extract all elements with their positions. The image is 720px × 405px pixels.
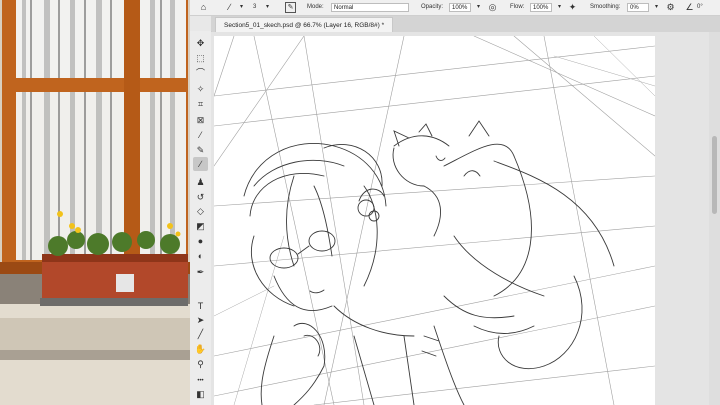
angle-icon[interactable]: ∠	[684, 2, 695, 13]
brush-tool-icon[interactable]: ∕	[193, 157, 208, 171]
mode-dropdown[interactable]: Normal	[331, 3, 409, 12]
move-tool-icon[interactable]: ✥	[193, 36, 208, 50]
chevron-down-icon[interactable]: ▾	[236, 2, 247, 13]
chevron-down-icon[interactable]: ▾	[554, 2, 565, 13]
gear-icon[interactable]: ⚙	[665, 2, 676, 13]
dodge-tool-icon[interactable]: ◐	[193, 249, 208, 263]
line-tool-icon[interactable]: ╱	[193, 327, 208, 341]
vertical-scrollbar[interactable]	[709, 32, 720, 405]
pressure-icon[interactable]: ◎	[487, 2, 498, 13]
marquee-tool-icon[interactable]: ⬚	[193, 51, 208, 65]
gradient-tool-icon[interactable]: ◩	[193, 219, 208, 233]
eyedropper-tool-icon[interactable]: ⁄	[193, 128, 208, 142]
blur-tool-icon[interactable]: ●	[193, 234, 208, 248]
healing-brush-tool-icon[interactable]: ✎	[193, 143, 208, 157]
angle-value[interactable]: 0°	[697, 0, 703, 15]
color-swatches[interactable]: ◧	[193, 387, 208, 401]
opacity-field[interactable]: 100%	[449, 3, 471, 12]
brush-icon[interactable]: ∕	[224, 2, 235, 13]
flow-field[interactable]: 100%	[530, 3, 552, 12]
crop-tool-icon[interactable]: ⌗	[193, 97, 208, 111]
chevron-down-icon[interactable]: ▾	[262, 2, 273, 13]
eraser-tool-icon[interactable]: ◇	[193, 204, 208, 218]
brush-settings-icon[interactable]: ✎	[285, 2, 296, 13]
clone-stamp-tool-icon[interactable]: ♟	[193, 175, 208, 189]
smoothing-label: Smoothing:	[590, 4, 621, 10]
brush-size-label: 3	[253, 4, 257, 10]
window-photo-image	[0, 0, 190, 405]
image-editor-app: ⌂ ∕ ▾ 3 ▾ ✎ Mode: Normal Opacity: 100% ▾…	[190, 0, 720, 405]
history-brush-tool-icon[interactable]: ↺	[193, 190, 208, 204]
window-photo	[0, 0, 190, 405]
document-tab-title: Section5_01_skech.psd @ 66.7% (Layer 16,…	[224, 22, 385, 29]
zoom-tool-icon[interactable]: ⚲	[193, 357, 208, 371]
hand-tool-icon[interactable]: ✋	[193, 342, 208, 356]
scrollbar-thumb[interactable]	[712, 136, 717, 214]
frame-tool-icon[interactable]: ⊠	[193, 113, 208, 127]
magic-wand-tool-icon[interactable]: ✧	[193, 82, 208, 96]
mode-label: Mode:	[307, 4, 324, 10]
sketch-artwork	[214, 36, 655, 405]
home-icon[interactable]: ⌂	[198, 2, 209, 13]
document-canvas[interactable]	[214, 36, 655, 405]
lasso-tool-icon[interactable]: ⌒	[193, 66, 208, 80]
type-tool-icon[interactable]: T	[193, 299, 208, 313]
pen-tool-icon[interactable]: ✒	[193, 265, 208, 279]
smoothing-field[interactable]: 0%	[627, 3, 649, 12]
flow-label: Flow:	[510, 4, 525, 10]
opacity-label: Opacity:	[421, 4, 444, 10]
chevron-down-icon[interactable]: ▾	[473, 2, 484, 13]
path-selection-tool-icon[interactable]: ➤	[193, 313, 208, 327]
document-tab[interactable]: Section5_01_skech.psd @ 66.7% (Layer 16,…	[215, 17, 394, 33]
tools-panel: ✥ ⬚ ⌒ ✧ ⌗ ⊠ ⁄ ✎ ∕ ♟ ↺ ◇ ◩ ● ◐ ✒ T ➤ ╱ ✋ ⚲ ••• ◧	[190, 31, 212, 405]
airbrush-icon[interactable]: ✦	[567, 2, 578, 13]
chevron-down-icon[interactable]: ▾	[651, 2, 662, 13]
options-bar: ⌂ ∕ ▾ 3 ▾ ✎ Mode: Normal Opacity: 100% ▾…	[190, 0, 720, 16]
document-tab-strip: Section5_01_skech.psd @ 66.7% (Layer 16,…	[211, 16, 720, 33]
more-tools[interactable]: •••	[193, 374, 208, 388]
